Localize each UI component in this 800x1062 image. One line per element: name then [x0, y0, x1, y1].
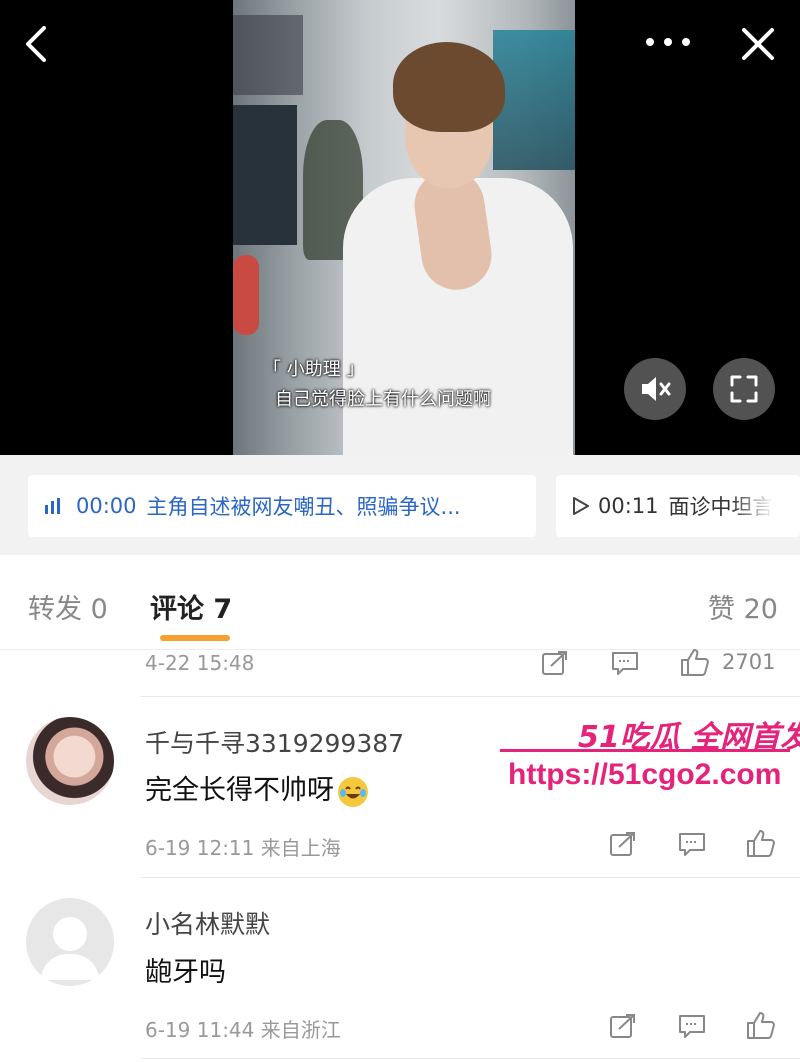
fullscreen-button[interactable] [713, 358, 775, 420]
video-player[interactable]: 「 小助理 」 自己觉得脸上有什么问题啊 [0, 0, 800, 455]
like-icon[interactable] [744, 1009, 778, 1045]
comment-time: 6-19 11:44 来自浙江 [145, 1018, 341, 1042]
more-options-icon[interactable] [644, 30, 692, 54]
comment-time: 6-19 12:11 来自上海 [145, 836, 341, 860]
chapter-title: 面诊中坦言 [668, 495, 774, 519]
tab-likes[interactable]: 赞 20 [708, 587, 778, 626]
laugh-cry-emoji-icon [338, 776, 368, 807]
chapter-bar: 00:00 主角自述被网友嘲丑、照骗争议... 00:11 面诊中坦言 [0, 455, 800, 555]
comment-time: 4-22 15:48 [145, 651, 255, 675]
like-icon[interactable] [744, 827, 778, 863]
speaker-muted-icon [642, 377, 671, 401]
reply-icon[interactable] [677, 1012, 707, 1044]
avatar[interactable] [26, 717, 114, 805]
comment-text: 龅牙吗 [145, 957, 226, 988]
comment-text: 完全长得不帅呀 [145, 768, 368, 807]
fullscreen-icon [730, 375, 758, 403]
active-tab-indicator [160, 635, 230, 641]
comment-username[interactable]: 千与千寻3319299387 [145, 724, 404, 760]
back-icon[interactable] [22, 22, 52, 66]
chapter-title: 主角自述被网友嘲丑、照骗争议... [146, 495, 461, 519]
default-user-icon [40, 917, 100, 980]
caption-speaker: 「 小助理 」 [263, 359, 365, 380]
share-icon[interactable] [608, 830, 638, 862]
share-icon[interactable] [540, 649, 570, 681]
tab-bar: 转发 0 评论 7 赞 20 [0, 555, 800, 650]
play-icon [573, 497, 589, 515]
chapter-time: 00:11 [598, 494, 659, 518]
close-icon[interactable] [738, 24, 778, 64]
divider [140, 877, 800, 878]
share-icon[interactable] [608, 1012, 638, 1044]
like-icon[interactable] [678, 646, 712, 682]
reply-icon[interactable] [677, 830, 707, 862]
chapter-time: 00:00 [76, 494, 137, 518]
chapter-chip-active[interactable]: 00:00 主角自述被网友嘲丑、照骗争议... [28, 475, 536, 537]
chapter-chip[interactable]: 00:11 面诊中坦言 [556, 475, 800, 537]
divider [140, 1058, 800, 1059]
audio-bars-icon [45, 498, 60, 514]
avatar-placeholder[interactable] [26, 898, 114, 986]
tab-comments[interactable]: 评论 7 [150, 587, 232, 626]
divider [140, 696, 800, 697]
watermark-line [500, 749, 790, 752]
caption-text: 自己觉得脸上有什么问题啊 [275, 389, 491, 410]
mute-button[interactable] [624, 358, 686, 420]
watermark-url: https://51cgo2.com [508, 758, 782, 791]
like-count: 2701 [722, 650, 776, 674]
comment-username[interactable]: 小名林默默 [145, 905, 270, 941]
reply-icon[interactable] [610, 649, 640, 681]
tab-repost[interactable]: 转发 0 [28, 587, 108, 626]
video-frame: 「 小助理 」 自己觉得脸上有什么问题啊 [233, 0, 575, 455]
